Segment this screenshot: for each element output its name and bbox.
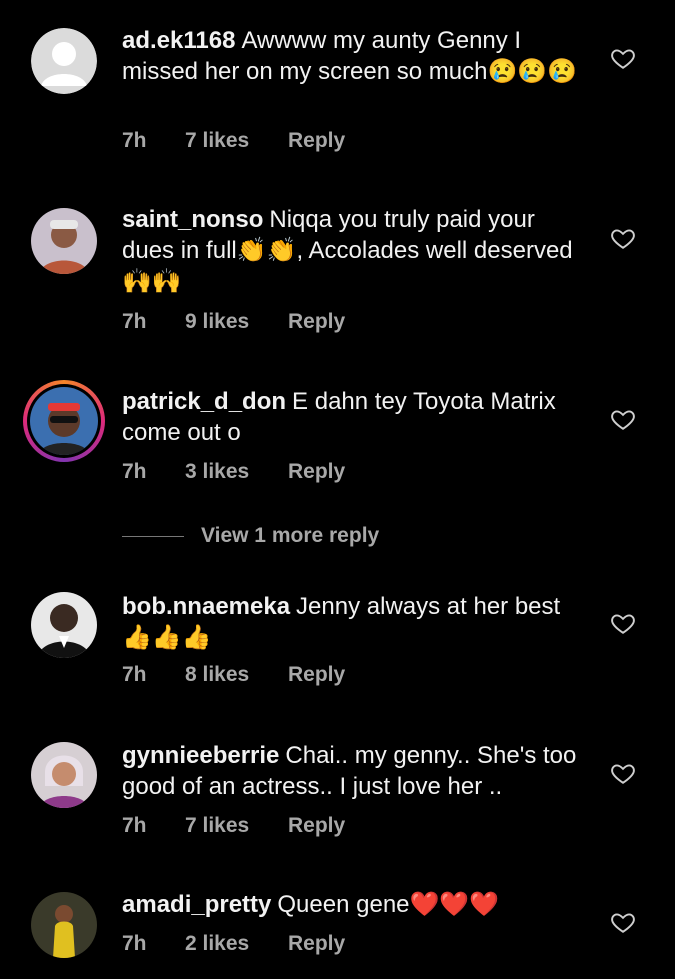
likes-count[interactable]: 9 likes: [185, 310, 288, 334]
comment-meta: 7h 3 likes Reply: [122, 460, 345, 484]
username[interactable]: gynnieeberrie: [122, 742, 279, 769]
username[interactable]: patrick_d_don: [122, 388, 286, 415]
reply-button[interactable]: Reply: [288, 129, 345, 153]
reply-button[interactable]: Reply: [288, 663, 345, 687]
likes-count[interactable]: 3 likes: [185, 460, 288, 484]
comment-text: saint_nonso Niqqa you truly paid your due…: [122, 204, 592, 297]
avatar-story-ring[interactable]: [23, 380, 105, 462]
likes-count[interactable]: 8 likes: [185, 663, 288, 687]
comment-text: amadi_pretty Queen gene❤️❤️❤️: [122, 889, 592, 920]
heart-outline-icon[interactable]: [610, 610, 636, 636]
comment-body: Queen gene❤️❤️❤️: [277, 891, 500, 918]
user-photo: [31, 592, 97, 658]
avatar[interactable]: [31, 892, 97, 958]
comment-text: gynnieeberrie Chai.. my genny.. She's too…: [122, 740, 592, 802]
comment-meta: 7h 8 likes Reply: [122, 663, 345, 687]
heart-outline-icon[interactable]: [610, 45, 636, 71]
username[interactable]: ad.ek1168: [122, 27, 235, 54]
timestamp: 7h: [122, 460, 147, 483]
avatar[interactable]: [31, 742, 97, 808]
comment-text: patrick_d_don E dahn tey Toyota Matrix co…: [122, 386, 592, 448]
timestamp: 7h: [122, 129, 147, 152]
username[interactable]: amadi_pretty: [122, 891, 271, 918]
reply-button[interactable]: Reply: [288, 310, 345, 334]
timestamp: 7h: [122, 663, 147, 686]
reply-button[interactable]: Reply: [288, 460, 345, 484]
heart-outline-icon[interactable]: [610, 909, 636, 935]
comment-meta: 7h 9 likes Reply: [122, 310, 345, 334]
heart-outline-icon[interactable]: [610, 225, 636, 251]
comment-meta: 7h 7 likes Reply: [122, 814, 345, 838]
divider-line: [122, 535, 184, 537]
username[interactable]: saint_nonso: [122, 206, 263, 233]
default-avatar-icon: [31, 28, 97, 94]
reply-button[interactable]: Reply: [288, 932, 345, 956]
likes-count[interactable]: 2 likes: [185, 932, 288, 956]
likes-count[interactable]: 7 likes: [185, 129, 288, 153]
username[interactable]: bob.nnaemeka: [122, 593, 290, 620]
user-photo: [31, 742, 97, 808]
view-more-replies-label: View 1 more reply: [201, 524, 380, 547]
user-photo: [31, 208, 97, 274]
timestamp: 7h: [122, 932, 147, 955]
comment-text: bob.nnaemeka Jenny always at her best 👍👍👍: [122, 591, 592, 653]
avatar[interactable]: [31, 208, 97, 274]
heart-outline-icon[interactable]: [610, 760, 636, 786]
comment-meta: 7h 2 likes Reply: [122, 932, 345, 956]
likes-count[interactable]: 7 likes: [185, 814, 288, 838]
user-photo: [31, 892, 97, 958]
timestamp: 7h: [122, 310, 147, 333]
avatar[interactable]: [31, 592, 97, 658]
avatar[interactable]: [31, 28, 97, 94]
view-more-replies-button[interactable]: View 1 more reply: [122, 524, 379, 548]
reply-button[interactable]: Reply: [288, 814, 345, 838]
heart-outline-icon[interactable]: [610, 406, 636, 432]
timestamp: 7h: [122, 814, 147, 837]
comment-text: ad.ek1168 Awwww my aunty Genny I missed h…: [122, 25, 592, 87]
comment-meta: 7h 7 likes Reply: [122, 129, 345, 153]
user-photo: [30, 387, 98, 455]
